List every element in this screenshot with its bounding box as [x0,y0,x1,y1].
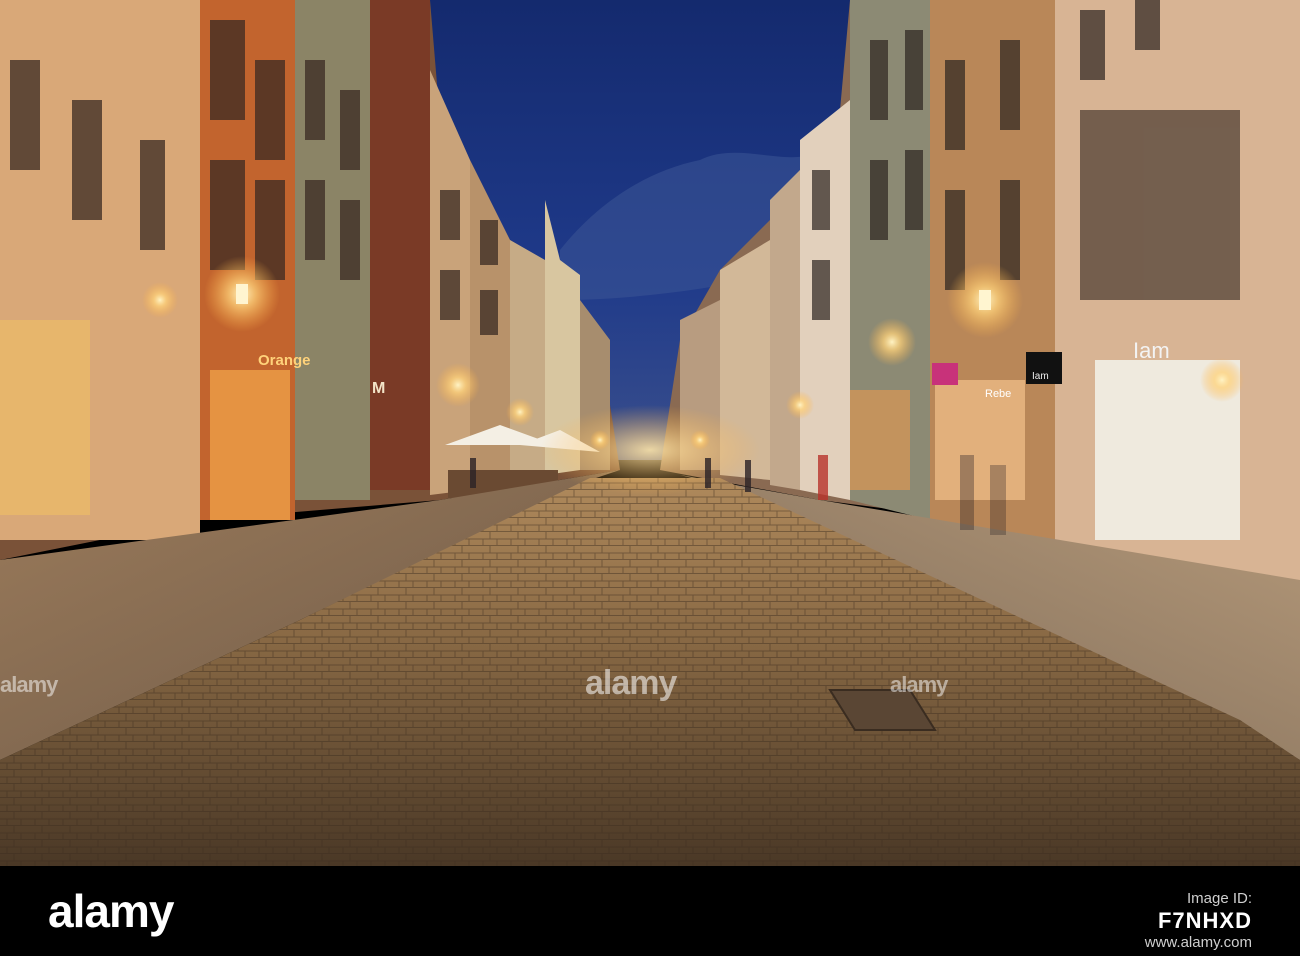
orange-shop-sign: Orange [258,352,311,369]
image-id-value: F7NHXD [1157,908,1252,933]
street-photo: Orange M Iam Iam Rebe alamy alamy alamy [0,0,1300,866]
rebe-shop-sign: Rebe [985,388,1012,400]
vanishing-point-glow [540,405,760,495]
alamy-url: www.alamy.com [1144,934,1252,951]
image-id-block: Image ID: F7NHXD www.alamy.com [1145,888,1252,954]
bookshop-window [0,320,90,515]
iam-storefront-sign: Iam [1133,338,1170,363]
watermark-left: alamy [0,672,58,697]
watermark-center: alamy [585,664,677,702]
watermark-right: alamy [890,672,948,697]
stock-footer: alamy Image ID: F7NHXD www.alamy.com [0,866,1300,956]
image-id-label: Image ID: [1186,890,1252,907]
street-scene-svg [0,0,1300,866]
m-store-sign: M [372,380,386,397]
alamy-logo: alamy [48,885,174,937]
iam-hanging-sign: Iam [1032,371,1049,382]
